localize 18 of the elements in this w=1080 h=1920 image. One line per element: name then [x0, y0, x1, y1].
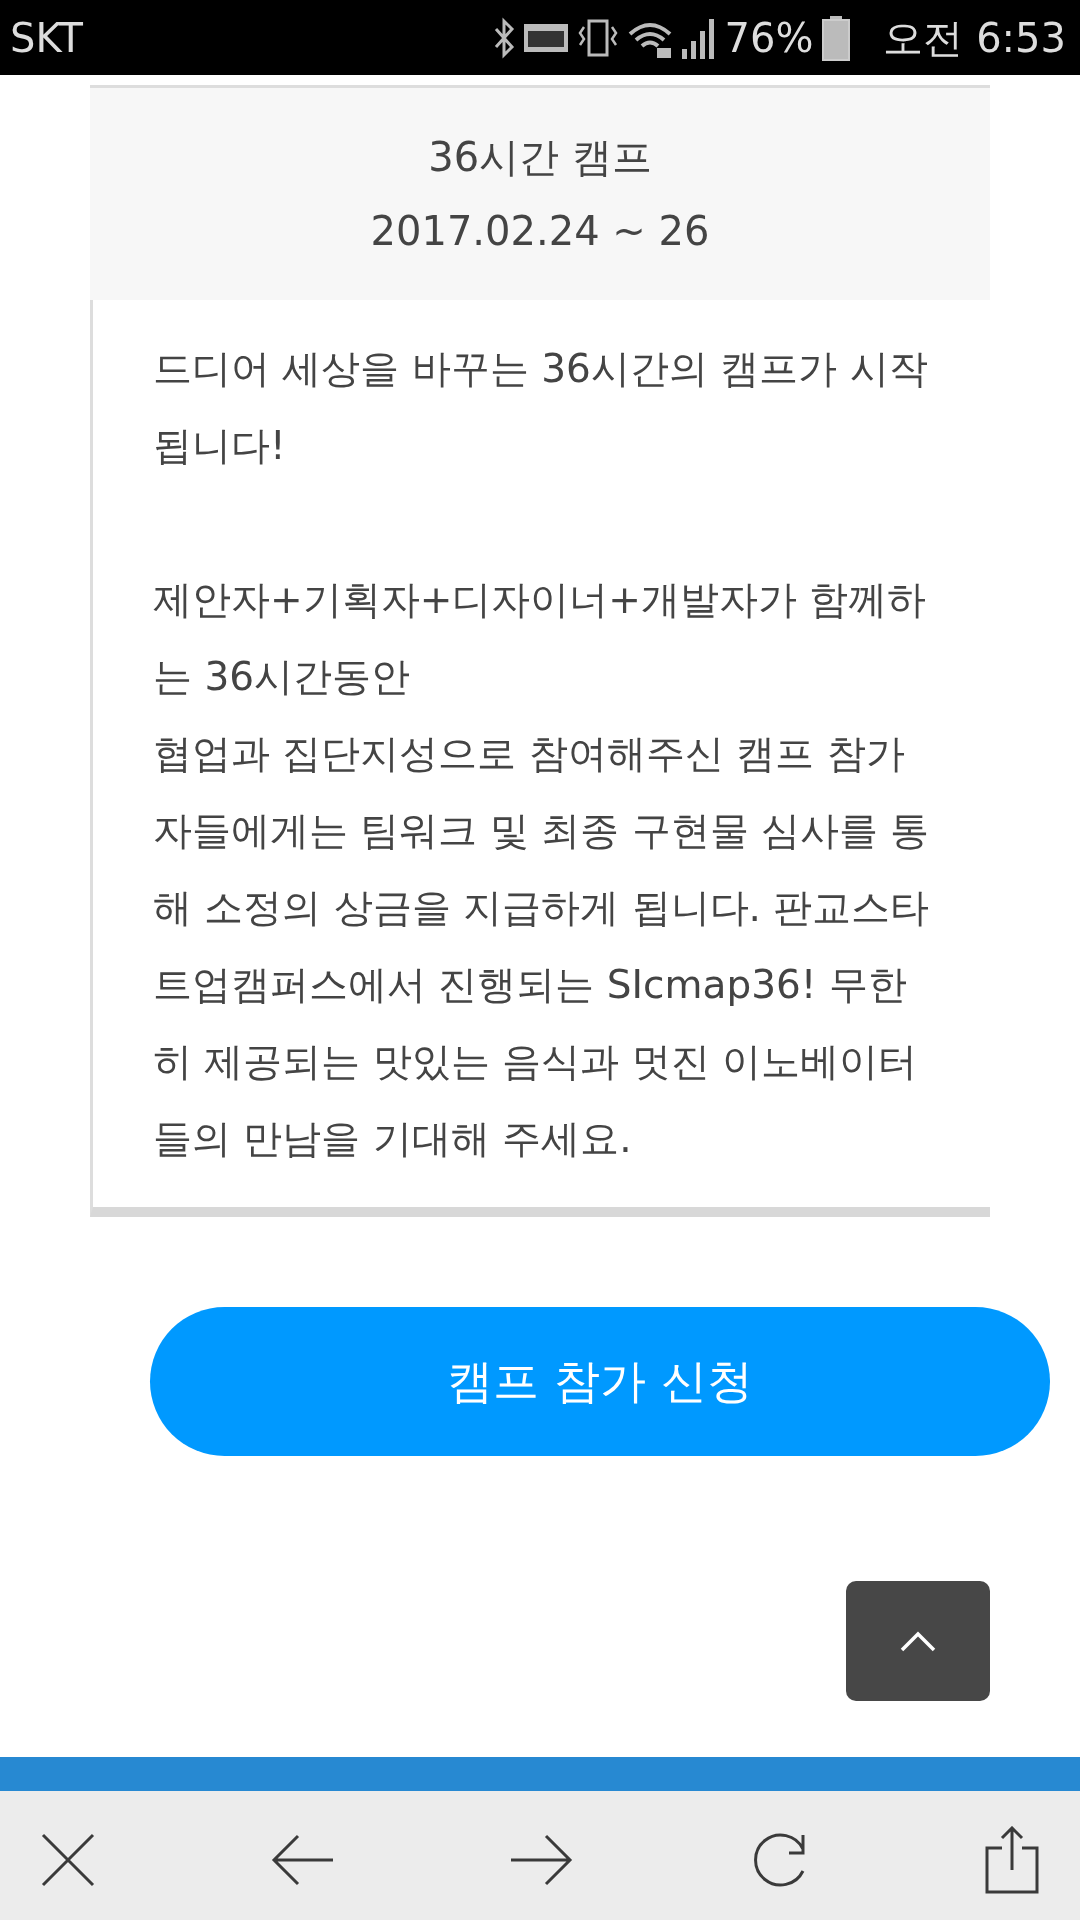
chevron-up-icon — [900, 1630, 936, 1652]
bluetooth-icon — [492, 16, 515, 59]
back-arrow-icon[interactable] — [270, 1834, 335, 1886]
body-text: 협업과 집단지성으로 참여해주신 캠프 참가자들에게는 팀워크 및 최종 구현물 심사를 통해 소정의 상금을 지급하게 됩니다. 판교스타트업캠퍼스에서 진행되는 SIcmap36! 무한히 제공되는 맛있는 음식과 멋진 이노베이터들의 만남을 기대해 주세요. — [153, 730, 930, 1163]
forward-arrow-icon[interactable] — [509, 1834, 573, 1886]
battery-icon — [821, 14, 852, 61]
carrier-text: SKT — [10, 13, 83, 63]
signal-icon — [680, 16, 717, 59]
body-text: 제안자+기획자+디자이너+개발자가 함께하는 36시간동안 — [153, 576, 928, 701]
event-date: 2017.02.24 ~ 26 — [370, 207, 710, 256]
share-icon[interactable] — [984, 1826, 1040, 1894]
battery-text: 76% — [724, 13, 814, 63]
event-title: 36시간 캠프 — [428, 133, 652, 182]
clock-text: 오전 6:53 — [883, 13, 1066, 63]
apply-button[interactable]: 캠프 참가 신청 — [150, 1307, 1050, 1456]
close-icon[interactable] — [40, 1832, 96, 1888]
body-text: 드디어 세상을 바꾸는 36시간의 캠프가 시작됩니다! — [153, 345, 929, 470]
nfc-icon — [522, 22, 569, 53]
